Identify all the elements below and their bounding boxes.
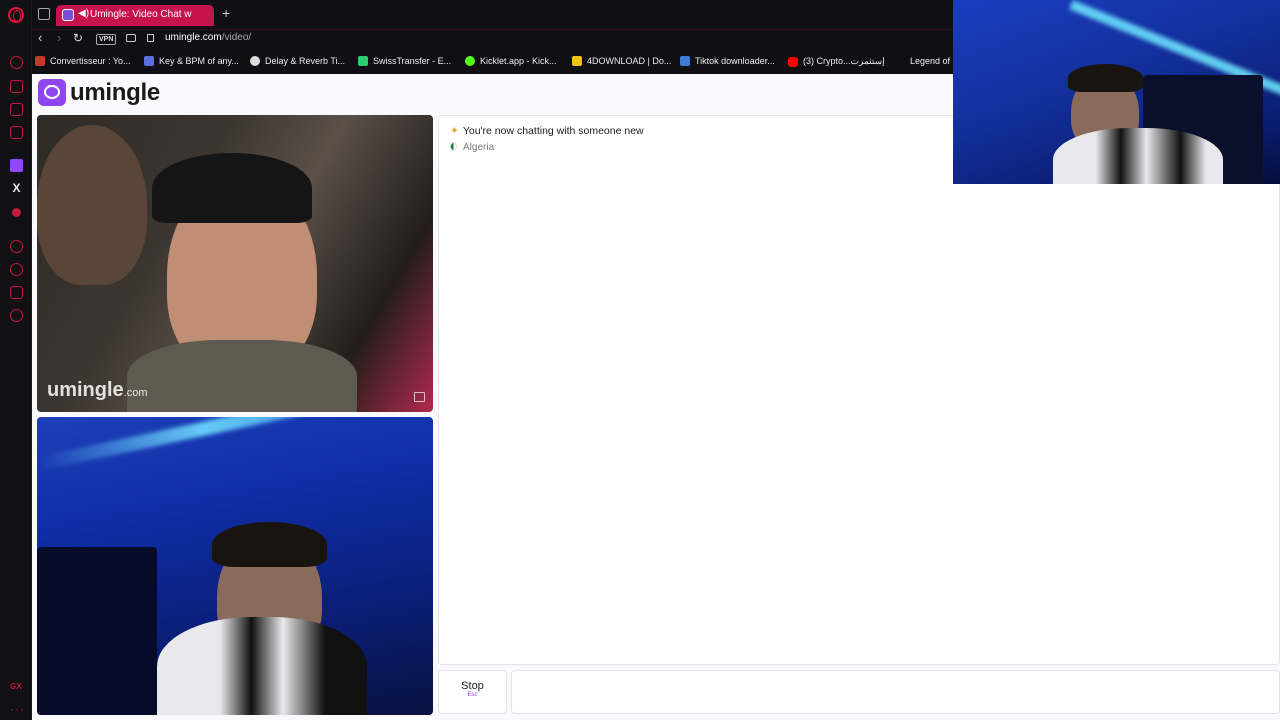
self-hoodie: [157, 617, 367, 715]
stranger-body: [127, 340, 357, 412]
bookmarks-bar: Convertisseur : Yo... Key & BPM of any..…: [32, 50, 953, 74]
chat-message-input[interactable]: [511, 670, 1280, 714]
player-icon[interactable]: [10, 126, 23, 139]
bookmark-label: Convertisseur : Yo...: [50, 56, 131, 66]
bookmark-item[interactable]: 4DOWNLOAD | Do...: [572, 56, 671, 66]
notification-icon[interactable]: [12, 208, 21, 217]
bookmark-favicon-icon: [35, 56, 45, 66]
stranger-left-person: [37, 125, 147, 285]
gx-corner-icon[interactable]: [10, 80, 23, 93]
bookmark-label: (3) Crypto...إستثمرت: [803, 56, 885, 66]
twitch-icon[interactable]: [10, 159, 23, 172]
sparkle-icon: ✦: [450, 125, 459, 137]
self-hair: [212, 522, 327, 567]
bookmark-favicon-icon: [358, 56, 368, 66]
url-path: /video/: [221, 32, 252, 43]
history-icon[interactable]: [10, 263, 23, 276]
shield-icon[interactable]: [10, 103, 23, 116]
bookmark-item[interactable]: Key & BPM of any...: [144, 56, 239, 66]
bookmark-item[interactable]: Legend of: [910, 56, 950, 66]
bookmark-label: Delay & Reverb Ti...: [265, 56, 346, 66]
player-circle-icon[interactable]: [10, 240, 23, 253]
report-flag-icon[interactable]: [414, 392, 425, 402]
chat-status-message: ✦ You're now chatting with someone new: [450, 125, 644, 137]
stranger-country: Algeria: [450, 142, 494, 153]
bookmark-label: Key & BPM of any...: [159, 56, 239, 66]
bookmark-item[interactable]: Tiktok downloader...: [680, 56, 775, 66]
bookmark-item[interactable]: (3) Crypto...إستثمرت: [788, 56, 885, 67]
bookmark-item[interactable]: SwissTransfer - E...: [358, 56, 451, 66]
bookmark-favicon-icon: [680, 56, 690, 66]
tab-island-icon[interactable]: [38, 8, 50, 20]
sound-icon[interactable]: ◀): [78, 8, 89, 19]
bookmark-label: 4DOWNLOAD | Do...: [587, 56, 672, 66]
gx-badge[interactable]: GX: [10, 682, 22, 691]
x-twitter-icon[interactable]: X: [10, 182, 23, 195]
stranger-beanie: [152, 153, 312, 223]
bookmark-item[interactable]: Delay & Reverb Ti...: [250, 56, 345, 66]
bookmark-folder-icon: [572, 56, 582, 66]
bookmark-favicon-icon: [250, 56, 260, 66]
bookmark-item[interactable]: Kicklet.app - Kick...: [465, 56, 557, 66]
bookmark-favicon-icon: [144, 56, 154, 66]
umingle-favicon-icon: [62, 9, 74, 21]
background-shelf: [37, 547, 157, 715]
stop-label: Stop: [461, 680, 484, 692]
streamer-hair: [1068, 64, 1143, 92]
tab-strip: ◀) Umingle: Video Chat w +: [32, 0, 953, 30]
chat-panel: ✦ You're now chatting with someone new Al…: [438, 115, 1280, 665]
url-domain: umingle.com: [165, 32, 222, 43]
bookmark-label: SwissTransfer - E...: [373, 56, 452, 66]
url-field[interactable]: umingle.com/video/: [165, 32, 251, 43]
reload-icon[interactable]: ↻: [73, 31, 83, 45]
sidebar-more-icon[interactable]: ···: [10, 702, 25, 716]
bookmark-label: Kicklet.app - Kick...: [480, 56, 557, 66]
tab-umingle[interactable]: ◀) Umingle: Video Chat w: [56, 5, 214, 26]
algeria-flag-icon: [450, 142, 457, 151]
bookmark-label: Tiktok downloader...: [695, 56, 775, 66]
bookmark-label: Legend of: [910, 56, 951, 66]
stop-button[interactable]: Stop Esc: [438, 670, 507, 714]
bookmark-item[interactable]: Convertisseur : Yo...: [35, 56, 131, 66]
webcam-overlay: [953, 0, 1280, 184]
settings-gear-icon[interactable]: [10, 309, 23, 322]
video-watermark: umingle.com: [47, 379, 148, 401]
site-logo-text[interactable]: umingle: [70, 79, 160, 107]
lock-icon[interactable]: [147, 34, 154, 42]
browser-sidebar: X GX ···: [0, 0, 32, 720]
opera-gx-logo-icon[interactable]: [8, 7, 24, 23]
youtube-icon: [788, 56, 798, 67]
streamer-hoodie: [1053, 128, 1223, 184]
speed-dial-icon[interactable]: [10, 56, 23, 69]
new-tab-plus-icon[interactable]: +: [222, 6, 230, 20]
stop-shortcut-hint: Esc: [467, 692, 478, 698]
camera-icon[interactable]: [126, 34, 136, 42]
tab-title: Umingle: Video Chat w: [90, 9, 192, 20]
self-video: [37, 417, 433, 715]
bookmark-favicon-icon: [465, 56, 475, 66]
forward-arrow-icon[interactable]: ›: [57, 30, 61, 45]
extensions-icon[interactable]: [10, 286, 23, 299]
stranger-video: umingle.com: [37, 115, 433, 412]
neon-light: [37, 417, 433, 471]
back-arrow-icon[interactable]: ‹: [38, 30, 42, 45]
umingle-logo-icon[interactable]: [38, 79, 66, 106]
address-bar: ‹ › ↻ VPN umingle.com/video/: [32, 30, 953, 50]
vpn-badge[interactable]: VPN: [96, 34, 117, 45]
